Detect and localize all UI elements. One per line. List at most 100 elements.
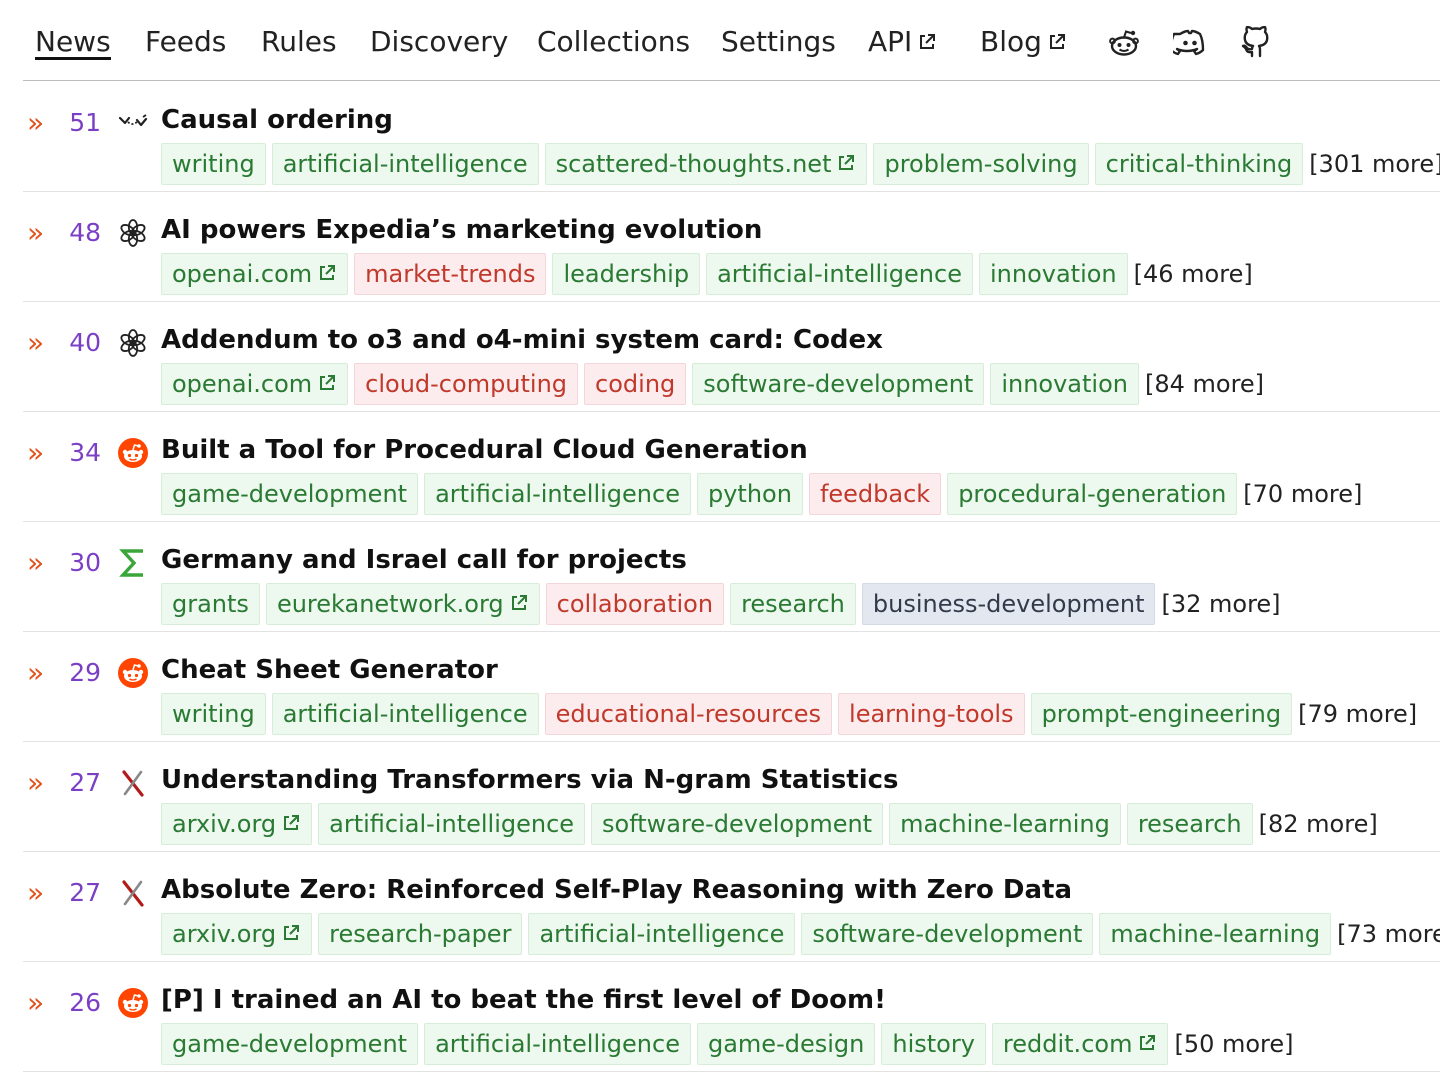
tag-label: market-trends <box>365 260 536 288</box>
topic-tag[interactable]: artificial-intelligence <box>318 803 586 845</box>
source-domain-tag[interactable]: scattered-thoughts.net <box>544 143 868 185</box>
topic-tag[interactable]: artificial-intelligence <box>706 253 973 295</box>
item-title[interactable]: AI powers Expedia’s marketing evolution <box>161 212 762 248</box>
topic-tag[interactable]: procedural-generation <box>947 473 1238 515</box>
expand-arrow-icon[interactable]: » <box>27 326 44 360</box>
item-title[interactable]: Understanding Transformers via N-gram St… <box>161 762 899 798</box>
topic-tag[interactable]: game-design <box>696 1023 876 1065</box>
topic-tag[interactable]: feedback <box>808 473 942 515</box>
topic-tag[interactable]: innovation <box>978 253 1128 295</box>
item-title[interactable]: Built a Tool for Procedural Cloud Genera… <box>161 432 808 468</box>
topic-tag[interactable]: leadership <box>552 253 701 295</box>
topic-tag[interactable]: educational-resources <box>544 693 833 735</box>
discord-icon[interactable] <box>1173 26 1207 60</box>
topic-tag[interactable]: learning-tools <box>838 693 1025 735</box>
tag-label: innovation <box>1001 370 1128 398</box>
topic-tag[interactable]: writing <box>161 693 266 735</box>
source-domain-tag[interactable]: openai.com <box>161 363 349 405</box>
nav-news[interactable]: News <box>35 24 111 60</box>
topic-tag[interactable]: coding <box>584 363 687 405</box>
external-link-icon <box>320 375 336 390</box>
more-tags-link[interactable]: [73 more] <box>1337 913 1440 955</box>
nav-feeds[interactable]: Feeds <box>145 24 226 60</box>
nav-collections[interactable]: Collections <box>537 24 690 60</box>
tag-list: openai.com market-trends leadership artific… <box>161 253 1253 295</box>
more-tags-link[interactable]: [70 more] <box>1243 473 1362 515</box>
expand-arrow-icon[interactable]: » <box>27 656 44 690</box>
tag-label: research <box>741 590 845 618</box>
tag-label: machine-learning <box>1110 920 1321 948</box>
topic-tag[interactable]: market-trends <box>354 253 547 295</box>
expand-arrow-icon[interactable]: » <box>27 546 44 580</box>
topic-tag[interactable]: game-development <box>161 1023 419 1065</box>
item-title[interactable]: Cheat Sheet Generator <box>161 652 498 688</box>
topic-tag[interactable]: machine-learning <box>889 803 1121 845</box>
item-title[interactable]: Germany and Israel call for projects <box>161 542 687 578</box>
topic-tag[interactable]: cloud-computing <box>354 363 579 405</box>
item-score: 27 <box>69 878 101 907</box>
tag-label: artificial-intelligence <box>717 260 962 288</box>
topic-tag[interactable]: artificial-intelligence <box>424 1023 691 1065</box>
source-domain-tag[interactable]: arxiv.org <box>161 803 313 845</box>
tag-label: writing <box>172 150 255 178</box>
source-domain-tag[interactable]: reddit.com <box>991 1023 1169 1065</box>
item-title[interactable]: [P] I trained an AI to beat the first le… <box>161 982 886 1018</box>
topic-tag[interactable]: python <box>696 473 803 515</box>
topic-tag[interactable]: collaboration <box>545 583 725 625</box>
topic-tag[interactable]: critical-thinking <box>1094 143 1304 185</box>
topic-tag[interactable]: innovation <box>990 363 1139 405</box>
external-link-icon <box>839 155 855 170</box>
topic-tag[interactable]: game-development <box>161 473 419 515</box>
topic-tag[interactable]: history <box>881 1023 986 1065</box>
more-tags-link[interactable]: [84 more] <box>1145 363 1264 405</box>
topic-tag[interactable]: artificial-intelligence <box>528 913 796 955</box>
topic-tag[interactable]: research <box>730 583 856 625</box>
topic-tag[interactable]: research <box>1126 803 1253 845</box>
item-title[interactable]: Causal ordering <box>161 102 393 138</box>
scattered-thoughts-icon <box>117 107 149 139</box>
news-list: » 51 Causal ordering writing artificial-inte… <box>23 82 1440 1072</box>
expand-arrow-icon[interactable]: » <box>27 986 44 1020</box>
source-domain-tag[interactable]: eurekanetwork.org <box>265 583 540 625</box>
topic-tag[interactable]: software-development <box>692 363 985 405</box>
item-title[interactable]: Addendum to o3 and o4-mini system card: … <box>161 322 883 358</box>
tag-label: research-paper <box>329 920 512 948</box>
more-tags-link[interactable]: [46 more] <box>1134 253 1253 295</box>
expand-arrow-icon[interactable]: » <box>27 876 44 910</box>
openai-icon <box>117 327 149 359</box>
nav-settings[interactable]: Settings <box>721 24 836 60</box>
topic-tag[interactable]: machine-learning <box>1099 913 1332 955</box>
expand-arrow-icon[interactable]: » <box>27 766 44 800</box>
tag-label: research <box>1137 810 1242 838</box>
topic-tag[interactable]: software-development <box>591 803 884 845</box>
arxiv-icon <box>117 877 149 909</box>
tag-label: prompt-engineering <box>1041 700 1282 728</box>
source-domain-tag[interactable]: openai.com <box>161 253 349 295</box>
reddit-icon[interactable] <box>1107 26 1141 60</box>
nav-rules[interactable]: Rules <box>261 24 337 60</box>
more-tags-link[interactable]: [50 more] <box>1174 1023 1293 1065</box>
more-tags-link[interactable]: [32 more] <box>1161 583 1280 625</box>
nav-api[interactable]: API <box>868 24 937 60</box>
topic-tag[interactable]: artificial-intelligence <box>271 143 539 185</box>
item-title[interactable]: Absolute Zero: Reinforced Self-Play Reas… <box>161 872 1072 908</box>
topic-tag[interactable]: prompt-engineering <box>1030 693 1293 735</box>
expand-arrow-icon[interactable]: » <box>27 216 44 250</box>
topic-tag[interactable]: grants <box>161 583 260 625</box>
more-tags-link[interactable]: [79 more] <box>1298 693 1417 735</box>
expand-arrow-icon[interactable]: » <box>27 436 44 470</box>
topic-tag[interactable]: artificial-intelligence <box>271 693 539 735</box>
nav-blog[interactable]: Blog <box>980 24 1067 60</box>
topic-tag[interactable]: business-development <box>861 583 1156 625</box>
expand-arrow-icon[interactable]: » <box>27 106 44 140</box>
topic-tag[interactable]: problem-solving <box>873 143 1089 185</box>
more-tags-link[interactable]: [301 more] <box>1309 143 1440 185</box>
topic-tag[interactable]: writing <box>161 143 266 185</box>
more-tags-link[interactable]: [82 more] <box>1259 803 1378 845</box>
source-domain-tag[interactable]: arxiv.org <box>161 913 313 955</box>
topic-tag[interactable]: research-paper <box>318 913 523 955</box>
nav-discovery[interactable]: Discovery <box>370 24 508 60</box>
topic-tag[interactable]: artificial-intelligence <box>424 473 691 515</box>
topic-tag[interactable]: software-development <box>801 913 1094 955</box>
github-icon[interactable] <box>1239 26 1273 60</box>
